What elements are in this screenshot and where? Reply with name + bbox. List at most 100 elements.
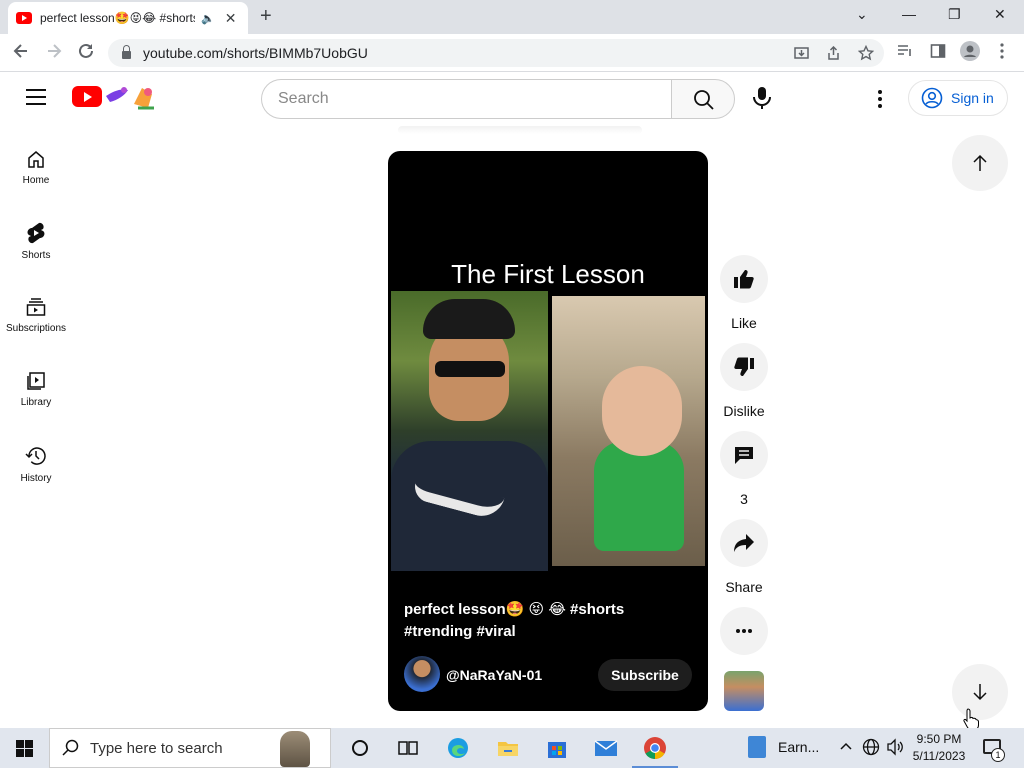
like-button[interactable] [720,255,768,303]
voice-search-mic-icon[interactable] [751,86,773,110]
account-circle-icon [921,87,943,109]
subscriptions-icon [26,298,46,316]
share-action[interactable]: Share [720,519,768,595]
url-text: youtube.com/shorts/BIMMb7UobGU [143,45,368,61]
short-caption[interactable]: perfect lesson🤩 😝 😂 #shorts #trending #v… [404,599,694,643]
comments-action[interactable]: 3 [720,431,768,507]
taskbar-search-input[interactable]: Type here to search [49,728,331,768]
lock-icon[interactable] [122,45,131,59]
tab-search-button[interactable]: ⌄ [856,6,868,23]
tab-title: perfect lesson🤩😝😂 #shorts [40,11,195,25]
share-button[interactable] [720,519,768,567]
address-bar[interactable]: youtube.com/shorts/BIMMb7UobGU [108,39,884,67]
sign-in-button[interactable]: Sign in [908,80,1008,116]
video-overlay-title: The First Lesson [451,259,645,289]
search-input[interactable]: Search [261,79,672,119]
sidebar-item-home[interactable]: Home [0,149,72,186]
sidebar-item-label: Shorts [21,250,51,261]
sign-in-label: Sign in [951,90,994,106]
taskbar-clock[interactable]: 9:50 PM 5/11/2023 [906,731,972,765]
search-icon [694,90,714,110]
sidebar-item-shorts[interactable]: Shorts [0,222,72,261]
like-action[interactable]: Like [720,255,768,331]
microsoft-store-icon[interactable] [545,736,569,760]
more-actions-button[interactable] [720,607,768,655]
install-app-icon[interactable] [794,46,809,61]
chrome-icon[interactable] [643,736,667,760]
search-highlight-image [280,731,310,767]
tab-close-button[interactable]: ✕ [225,10,237,27]
guide-menu-icon[interactable] [26,89,46,105]
more-actions[interactable] [720,607,768,655]
task-view-icon[interactable] [396,736,420,760]
comments-button[interactable] [720,431,768,479]
file-explorer-icon[interactable] [496,736,520,760]
network-globe-icon[interactable] [862,738,880,756]
profile-avatar-icon[interactable] [960,41,980,61]
minimize-button[interactable]: — [902,6,916,22]
history-icon [25,447,46,465]
show-hidden-icons-chevron-icon[interactable] [840,741,852,751]
comments-count: 3 [740,491,748,507]
sidebar-item-label: History [20,473,52,484]
windows-start-icon[interactable] [16,740,33,757]
sidebar-item-label: Home [22,175,50,186]
share-page-icon[interactable] [826,46,841,61]
edge-browser-icon[interactable] [446,736,470,760]
sound-thumbnail[interactable] [724,671,764,711]
sidebar-item-label: Subscriptions [5,323,67,334]
cortana-icon[interactable] [348,736,372,760]
notification-count-badge: 1 [991,748,1005,762]
taskbar-app-earn[interactable]: Earn... [748,736,819,758]
arrow-up-icon [973,154,987,171]
logo-doodle-icon[interactable] [104,84,158,110]
clock-time: 9:50 PM [916,732,962,746]
channel-name-link[interactable]: @NaRaYaN-01 [446,667,542,683]
side-panel-icon[interactable] [930,43,946,59]
previous-short-button[interactable] [952,135,1008,191]
thumbs-down-icon [734,357,754,376]
bookmark-star-icon[interactable] [858,45,874,61]
window-close-button[interactable]: ✕ [994,6,1006,23]
hand-cursor-icon [963,708,979,730]
like-label: Like [731,315,757,331]
sidebar-item-label: Library [20,397,52,408]
settings-kebab-icon[interactable] [876,89,884,109]
youtube-favicon-icon [16,12,32,24]
channel-avatar[interactable] [404,656,440,692]
forward-arrow-icon[interactable] [45,42,63,60]
audio-playing-icon[interactable]: 🔈 [201,12,215,25]
arrow-down-icon [973,684,987,701]
new-tab-button[interactable]: + [260,5,272,28]
browser-toolbar: youtube.com/shorts/BIMMb7UobGU [0,34,1024,72]
youtube-logo-icon[interactable] [72,86,102,107]
subscribe-button[interactable]: Subscribe [598,659,692,691]
dislike-button[interactable] [720,343,768,391]
taskbar-app-label: Earn... [778,739,820,755]
volume-icon[interactable] [886,738,904,756]
thumbs-up-icon [734,270,754,289]
search-placeholder: Search [278,90,329,107]
chrome-menu-icon[interactable] [999,43,1005,59]
document-app-icon [748,736,766,758]
mail-icon[interactable] [594,736,618,760]
restore-button[interactable]: ❐ [948,6,961,23]
dislike-action[interactable]: Dislike [720,343,768,419]
next-short-button[interactable] [952,664,1008,720]
video-frame-right [552,296,705,566]
reading-list-icon[interactable] [897,43,913,59]
comment-icon [735,447,753,464]
shorts-video-player[interactable]: The First Lesson perfect lesson🤩 😝 😂 #sh… [388,151,708,711]
library-icon [27,372,45,390]
share-label: Share [725,579,763,595]
search-button[interactable] [671,79,735,119]
dislike-label: Dislike [723,403,765,419]
reload-icon[interactable] [77,42,95,60]
sidebar-item-library[interactable]: Library [0,371,72,408]
back-arrow-icon[interactable] [12,42,30,60]
sidebar-item-history[interactable]: History [0,445,72,484]
taskbar-search-placeholder: Type here to search [90,739,223,757]
home-icon [28,151,44,168]
sidebar-item-subscriptions[interactable]: Subscriptions [0,297,72,334]
browser-tab-active[interactable]: perfect lesson🤩😝😂 #shorts 🔈 ✕ [8,2,248,34]
